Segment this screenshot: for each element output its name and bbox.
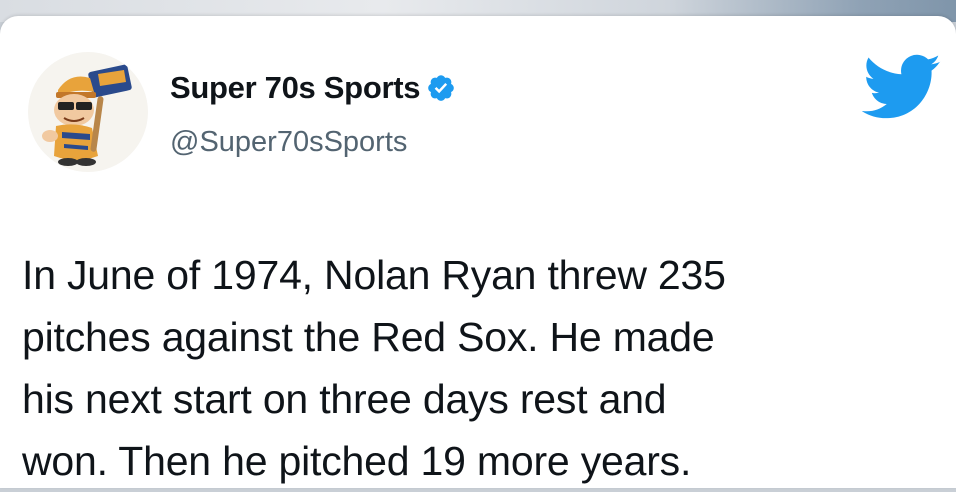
tweet-card: Super 70s Sports @Super70sSports In June… — [0, 16, 956, 488]
verified-badge-icon — [426, 73, 456, 103]
author-name-row: Super 70s Sports — [170, 68, 456, 108]
tweet-text-line: won. Then he pitched 19 more years. — [22, 438, 692, 484]
author-avatar[interactable] — [28, 52, 148, 172]
twitter-bird-icon — [862, 54, 942, 120]
tweet-body: In June of 1974, Nolan Ryan threw 235 pi… — [22, 244, 942, 492]
cartoon-mascot-avatar-icon — [28, 52, 148, 172]
tweet-text-line: pitches against the Red Sox. He made — [22, 314, 715, 360]
tweet-text-line: In June of 1974, Nolan Ryan threw 235 — [22, 252, 726, 298]
author-display-name[interactable]: Super 70s Sports — [170, 70, 420, 106]
author-handle[interactable]: @Super70sSports — [170, 126, 407, 159]
tweet-text-line: his next start on three days rest and — [22, 376, 667, 422]
